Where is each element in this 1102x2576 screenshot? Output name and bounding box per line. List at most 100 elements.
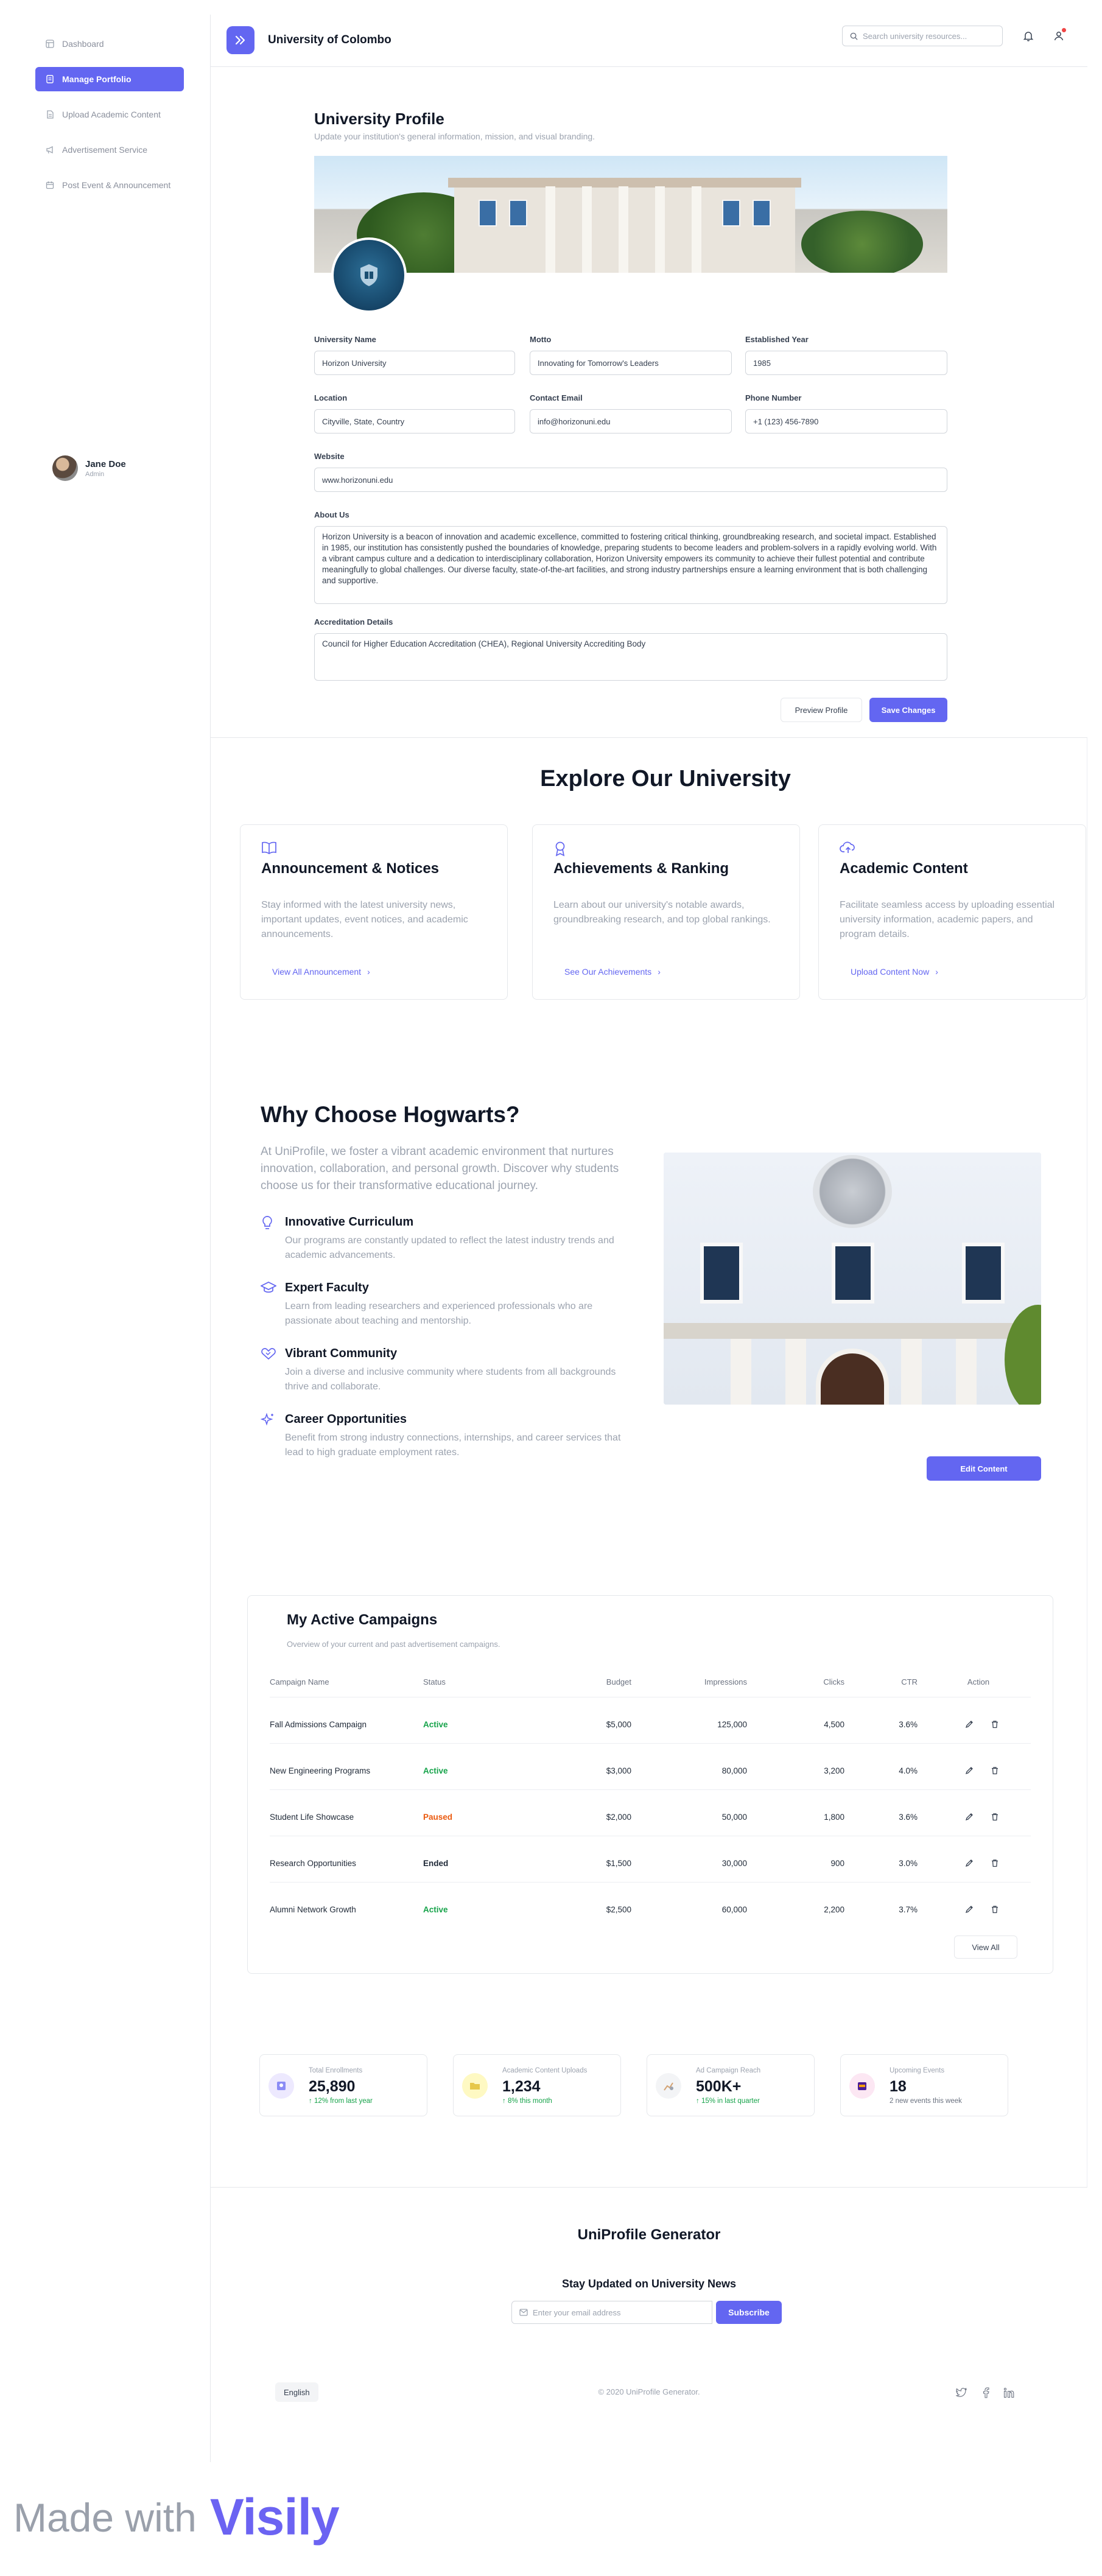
status-badge: Ended bbox=[423, 1859, 449, 1868]
column-header: Action bbox=[967, 1677, 990, 1686]
portfolio-icon bbox=[45, 74, 55, 84]
chevron-right-icon: › bbox=[935, 967, 938, 977]
budget: $3,000 bbox=[606, 1766, 631, 1775]
field-label-website: Website bbox=[314, 452, 345, 461]
campaign-name: Research Opportunities bbox=[270, 1859, 356, 1868]
graduation-cap-icon bbox=[260, 1281, 277, 1297]
clicks: 1,800 bbox=[824, 1813, 844, 1822]
crest-icon bbox=[360, 264, 377, 286]
arrow-up-icon: ↑ bbox=[309, 2097, 314, 2105]
calendar-icon bbox=[45, 180, 55, 190]
status-badge: Active bbox=[423, 1720, 448, 1729]
email-placeholder: Enter your email address bbox=[533, 2308, 621, 2317]
about-us-textarea[interactable]: Horizon University is a beacon of innova… bbox=[314, 526, 947, 604]
campaign-name: Alumni Network Growth bbox=[270, 1905, 356, 1914]
status-badge: Active bbox=[423, 1905, 448, 1914]
view-all-announcement-link[interactable]: View All Announcement › bbox=[261, 960, 381, 983]
twitter-icon[interactable] bbox=[955, 2386, 968, 2399]
stat-value: 18 bbox=[890, 2078, 907, 2095]
column-header: Impressions bbox=[704, 1677, 747, 1686]
visily-logo: Visily bbox=[209, 2488, 340, 2547]
divider bbox=[270, 1882, 1031, 1883]
trash-icon[interactable] bbox=[989, 1858, 1000, 1869]
avatar bbox=[52, 455, 78, 481]
facebook-icon[interactable] bbox=[979, 2386, 992, 2399]
stat-change-text: 15% in last quarter bbox=[701, 2097, 760, 2105]
user-name: Jane Doe bbox=[85, 458, 126, 469]
trash-icon[interactable] bbox=[989, 1765, 1000, 1776]
visily-wordmark: Visily bbox=[209, 2488, 340, 2546]
edit-icon[interactable] bbox=[964, 1811, 975, 1822]
clicks: 900 bbox=[830, 1859, 844, 1868]
edit-icon[interactable] bbox=[964, 1765, 975, 1776]
field-label-established: Established Year bbox=[745, 335, 809, 344]
upload-folder-icon bbox=[462, 2073, 488, 2099]
field-label-accreditation: Accreditation Details bbox=[314, 617, 393, 626]
subscribe-button[interactable]: Subscribe bbox=[716, 2301, 782, 2324]
established-year-input[interactable]: 1985 bbox=[745, 351, 947, 375]
column-header: CTR bbox=[901, 1677, 918, 1686]
trash-icon[interactable] bbox=[989, 1904, 1000, 1915]
search-input[interactable]: Search university resources... bbox=[842, 26, 1003, 46]
column-header: Clicks bbox=[823, 1677, 844, 1686]
budget: $2,000 bbox=[606, 1813, 631, 1822]
app-title: University of Colombo bbox=[268, 33, 391, 46]
university-name-input[interactable]: Horizon University bbox=[314, 351, 515, 375]
search-icon bbox=[850, 32, 858, 40]
stat-label: Upcoming Events bbox=[890, 2067, 945, 2074]
save-changes-button[interactable]: Save Changes bbox=[869, 698, 947, 722]
notification-button[interactable] bbox=[1019, 27, 1037, 45]
sidebar-item-upload-academic-content[interactable]: Upload Academic Content bbox=[35, 102, 184, 127]
university-logo-avatar[interactable] bbox=[331, 237, 407, 313]
sidebar-item-advertisement-service[interactable]: Advertisement Service bbox=[35, 138, 184, 162]
field-label-motto: Motto bbox=[530, 335, 552, 344]
motto-input[interactable]: Innovating for Tomorrow's Leaders bbox=[530, 351, 732, 375]
edit-icon[interactable] bbox=[964, 1719, 975, 1730]
page-title: University Profile bbox=[314, 110, 444, 128]
campaigns-title: My Active Campaigns bbox=[287, 1612, 438, 1628]
explore-card-academic-content: Academic Content Facilitate seamless acc… bbox=[818, 824, 1086, 1000]
mail-icon bbox=[519, 2309, 528, 2316]
edit-icon[interactable] bbox=[964, 1858, 975, 1869]
newsletter-title: Stay Updated on University News bbox=[561, 2278, 737, 2290]
divider bbox=[270, 1743, 1031, 1744]
app-logo[interactable] bbox=[226, 26, 254, 54]
sidebar-item-label: Upload Academic Content bbox=[62, 110, 161, 119]
double-chevron-icon bbox=[235, 35, 245, 45]
stat-change-text: 12% from last year bbox=[314, 2097, 373, 2105]
website-input[interactable]: www.horizonuni.edu bbox=[314, 468, 947, 492]
why-intro: At UniProfile, we foster a vibrant acade… bbox=[261, 1145, 619, 1192]
accreditation-textarea[interactable]: Council for Higher Education Accreditati… bbox=[314, 633, 947, 681]
why-item-title: Career Opportunities bbox=[285, 1413, 407, 1426]
phone-input[interactable]: +1 (123) 456-7890 bbox=[745, 409, 947, 433]
trash-icon[interactable] bbox=[989, 1811, 1000, 1822]
sidebar-user[interactable]: Jane Doe Admin bbox=[52, 455, 126, 481]
location-input[interactable]: Cityville, State, Country bbox=[314, 409, 515, 433]
explore-card-achievements: Achievements & Ranking Learn about our u… bbox=[532, 824, 800, 1000]
column-header: Budget bbox=[606, 1677, 631, 1686]
view-all-button[interactable]: View All bbox=[954, 1936, 1017, 1959]
edit-content-button[interactable]: Edit Content bbox=[927, 1456, 1041, 1481]
preview-profile-button[interactable]: Preview Profile bbox=[781, 698, 862, 722]
students-icon bbox=[268, 2073, 294, 2099]
ctr: 3.0% bbox=[899, 1859, 918, 1868]
trash-icon[interactable] bbox=[989, 1719, 1000, 1730]
linkedin-icon[interactable] bbox=[1002, 2386, 1016, 2399]
see-achievements-link[interactable]: See Our Achievements › bbox=[553, 960, 672, 983]
explore-card-announcements: Announcement & Notices Stay informed wit… bbox=[240, 824, 508, 1000]
edit-icon[interactable] bbox=[964, 1904, 975, 1915]
upload-content-link[interactable]: Upload Content Now › bbox=[840, 960, 949, 983]
stat-card: Academic Content Uploads 1,234 ↑ 8% this… bbox=[453, 2054, 621, 2116]
newsletter-email-input[interactable]: Enter your email address bbox=[511, 2301, 712, 2324]
university-profile-form: University Profile Update your instituti… bbox=[211, 67, 1087, 738]
user-menu-button[interactable] bbox=[1050, 27, 1068, 45]
active-campaigns-card: My Active Campaigns Overview of your cur… bbox=[247, 1595, 1053, 1974]
card-description: Facilitate seamless access by uploading … bbox=[840, 900, 1055, 939]
sidebar-item-manage-portfolio[interactable]: Manage Portfolio bbox=[35, 67, 184, 91]
chart-icon bbox=[656, 2073, 681, 2099]
sidebar-item-post-event[interactable]: Post Event & Announcement bbox=[35, 173, 184, 197]
cover-banner-image[interactable] bbox=[314, 156, 947, 273]
sidebar-item-dashboard[interactable]: Dashboard bbox=[35, 32, 184, 56]
link-label: View All Announcement bbox=[272, 967, 362, 977]
contact-email-input[interactable]: info@horizonuni.edu bbox=[530, 409, 732, 433]
